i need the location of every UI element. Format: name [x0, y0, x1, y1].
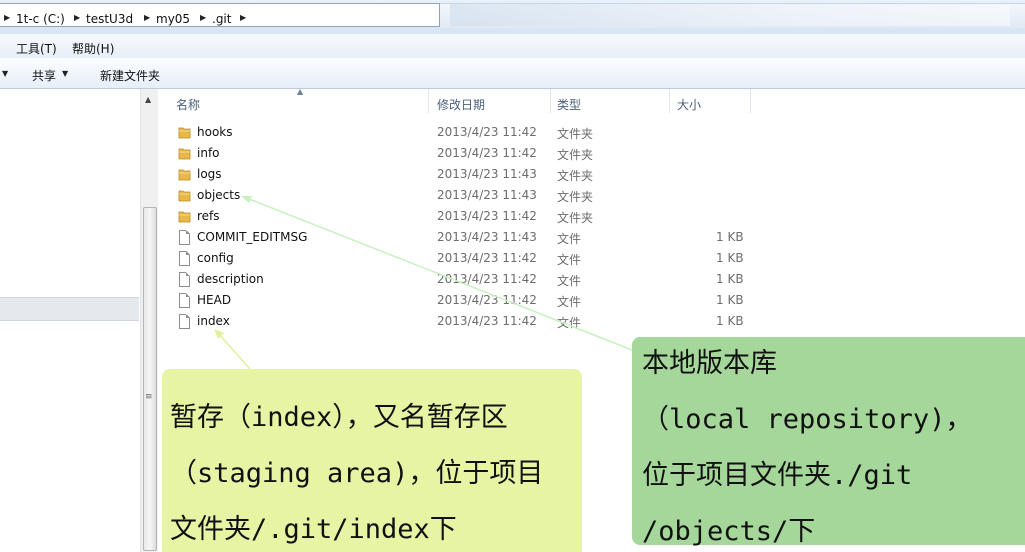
callout-line: 文件夹/.git/index下	[170, 514, 457, 545]
callout-line: （staging area)，位于项目	[170, 458, 544, 489]
callout-line: 位于项目文件夹./git	[642, 460, 913, 491]
callout-line: 本地版本库	[642, 348, 777, 379]
arrowhead-icon	[241, 196, 252, 203]
arrow-to-objects	[243, 196, 633, 351]
callout-line: 暂存（index），又名暂存区	[170, 402, 508, 433]
callout-line: （local repository)，	[642, 404, 973, 435]
callout-line: /objects/下	[642, 516, 816, 547]
index-callout: 暂存（index），又名暂存区 （staging area)，位于项目 文件夹/…	[162, 369, 582, 552]
arrow-to-index	[217, 332, 251, 370]
repository-callout: 本地版本库 （local repository)， 位于项目文件夹./git /…	[632, 337, 1025, 547]
